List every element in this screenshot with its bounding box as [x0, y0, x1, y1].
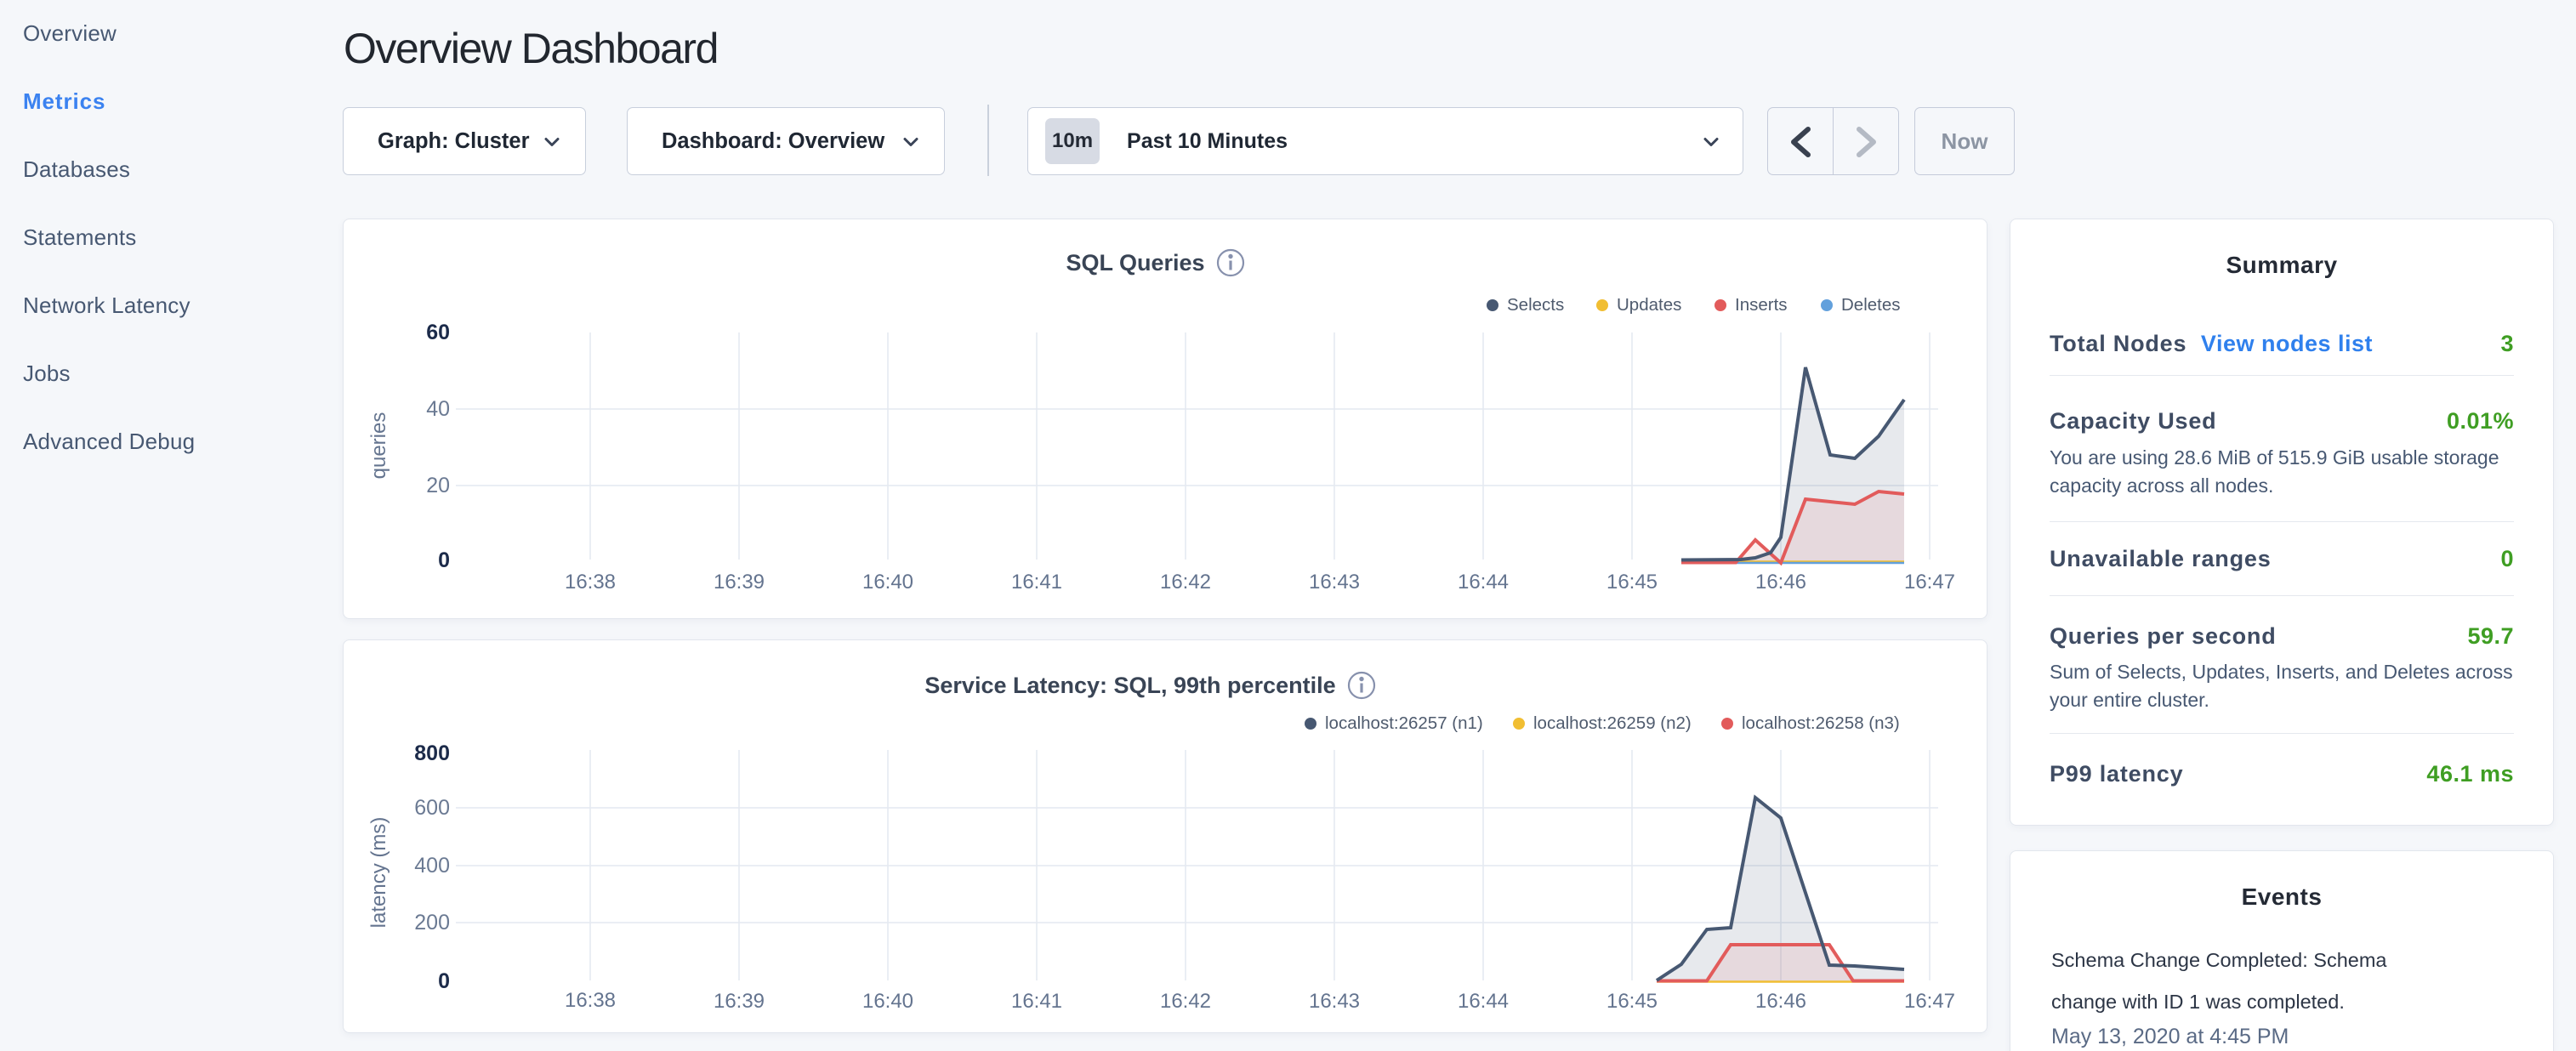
svg-text:60: 60 [426, 321, 450, 344]
svg-text:16:38: 16:38 [565, 989, 616, 1012]
svg-text:SQL Queries: SQL Queries [1066, 250, 1204, 276]
svg-text:queries: queries [367, 412, 390, 480]
svg-text:Service Latency: SQL, 99th per: Service Latency: SQL, 99th percentile [924, 673, 1335, 698]
svg-text:16:39: 16:39 [714, 990, 765, 1013]
svg-text:16:40: 16:40 [862, 990, 913, 1013]
svg-text:16:44: 16:44 [1458, 990, 1509, 1013]
svg-text:16:45: 16:45 [1606, 990, 1658, 1013]
svg-text:0: 0 [438, 548, 450, 572]
svg-text:16:46: 16:46 [1755, 571, 1806, 594]
svg-text:16:38: 16:38 [565, 571, 616, 594]
svg-text:16:44: 16:44 [1458, 571, 1509, 594]
svg-text:800: 800 [414, 741, 450, 765]
svg-text:16:42: 16:42 [1160, 571, 1211, 594]
svg-text:0: 0 [438, 969, 450, 993]
svg-text:400: 400 [414, 854, 450, 878]
svg-text:latency (ms): latency (ms) [367, 817, 390, 929]
svg-text:16:46: 16:46 [1755, 990, 1806, 1013]
svg-text:600: 600 [414, 796, 450, 820]
svg-text:16:45: 16:45 [1606, 571, 1658, 594]
svg-text:16:43: 16:43 [1309, 990, 1360, 1013]
svg-text:16:43: 16:43 [1309, 571, 1360, 594]
svg-text:16:41: 16:41 [1011, 990, 1062, 1013]
svg-text:16:41: 16:41 [1011, 571, 1062, 594]
svg-text:16:47: 16:47 [1904, 990, 1955, 1013]
svg-text:200: 200 [414, 911, 450, 935]
svg-text:16:40: 16:40 [862, 571, 913, 594]
svg-text:16:47: 16:47 [1904, 571, 1955, 594]
svg-text:16:42: 16:42 [1160, 990, 1211, 1013]
svg-text:40: 40 [426, 397, 450, 421]
svg-text:20: 20 [426, 474, 450, 497]
svg-text:16:39: 16:39 [714, 571, 765, 594]
